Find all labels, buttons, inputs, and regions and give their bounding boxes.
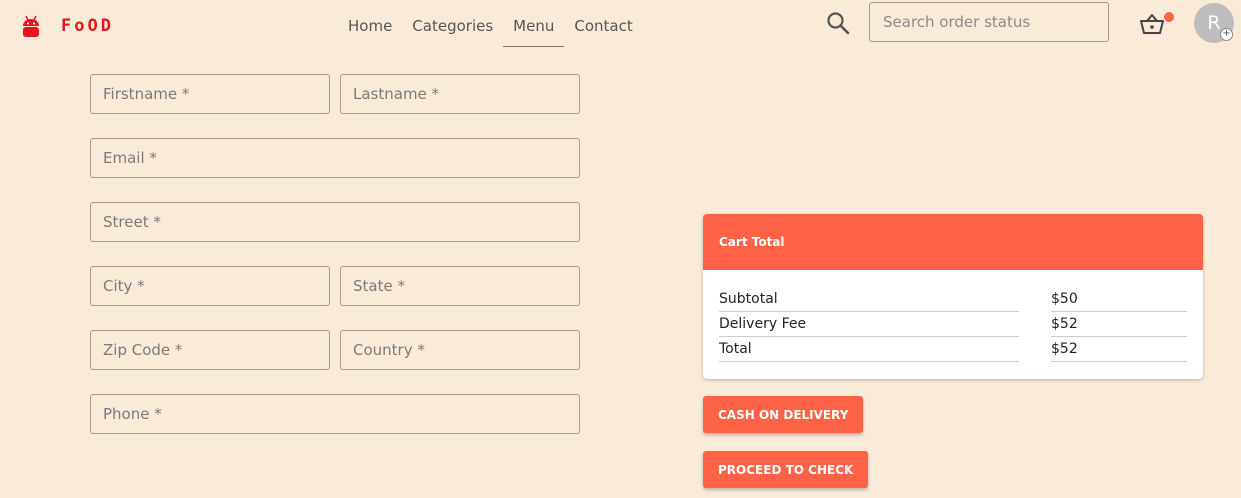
logo-text[interactable]: FoOD: [61, 16, 114, 36]
zip-code-field[interactable]: [90, 330, 330, 370]
plus-icon[interactable]: +: [1220, 28, 1233, 41]
phone-field[interactable]: [90, 394, 580, 434]
main-nav: Home Categories Menu Contact: [348, 17, 643, 47]
cash-on-delivery-button[interactable]: CASH ON DELIVERY: [703, 396, 864, 433]
cart-row-delivery-fee: Delivery Fee $52: [719, 312, 1187, 337]
city-field[interactable]: [90, 266, 330, 306]
cart-row-value: $52: [1051, 337, 1187, 362]
cart-total-card: Cart Total Subtotal $50 Delivery Fee $52…: [703, 214, 1203, 379]
basket-icon[interactable]: [1139, 12, 1165, 36]
firstname-field[interactable]: [90, 74, 330, 114]
cart-row-label: Delivery Fee: [719, 312, 1019, 337]
search-icon[interactable]: [826, 11, 850, 35]
android-icon[interactable]: [22, 15, 40, 37]
nav-categories[interactable]: Categories: [402, 17, 503, 47]
proceed-to-checkout-button[interactable]: PROCEED TO CHECK: [703, 451, 869, 488]
search-order-input[interactable]: [869, 2, 1109, 42]
country-field[interactable]: [340, 330, 580, 370]
nav-menu[interactable]: Menu: [503, 17, 565, 47]
email-field[interactable]: [90, 138, 580, 178]
cart-notification-badge: [1164, 12, 1174, 22]
street-field[interactable]: [90, 202, 580, 242]
cart-row-value: $50: [1051, 287, 1187, 312]
nav-home[interactable]: Home: [348, 17, 402, 47]
cart-row-label: Subtotal: [719, 287, 1019, 312]
cart-row-subtotal: Subtotal $50: [719, 287, 1187, 312]
nav-contact[interactable]: Contact: [564, 17, 642, 47]
cart-row-value: $52: [1051, 312, 1187, 337]
lastname-field[interactable]: [340, 74, 580, 114]
cart-total-title: Cart Total: [703, 214, 1203, 270]
cart-row-total: Total $52: [719, 337, 1187, 362]
cart-row-label: Total: [719, 337, 1019, 362]
state-field[interactable]: [340, 266, 580, 306]
